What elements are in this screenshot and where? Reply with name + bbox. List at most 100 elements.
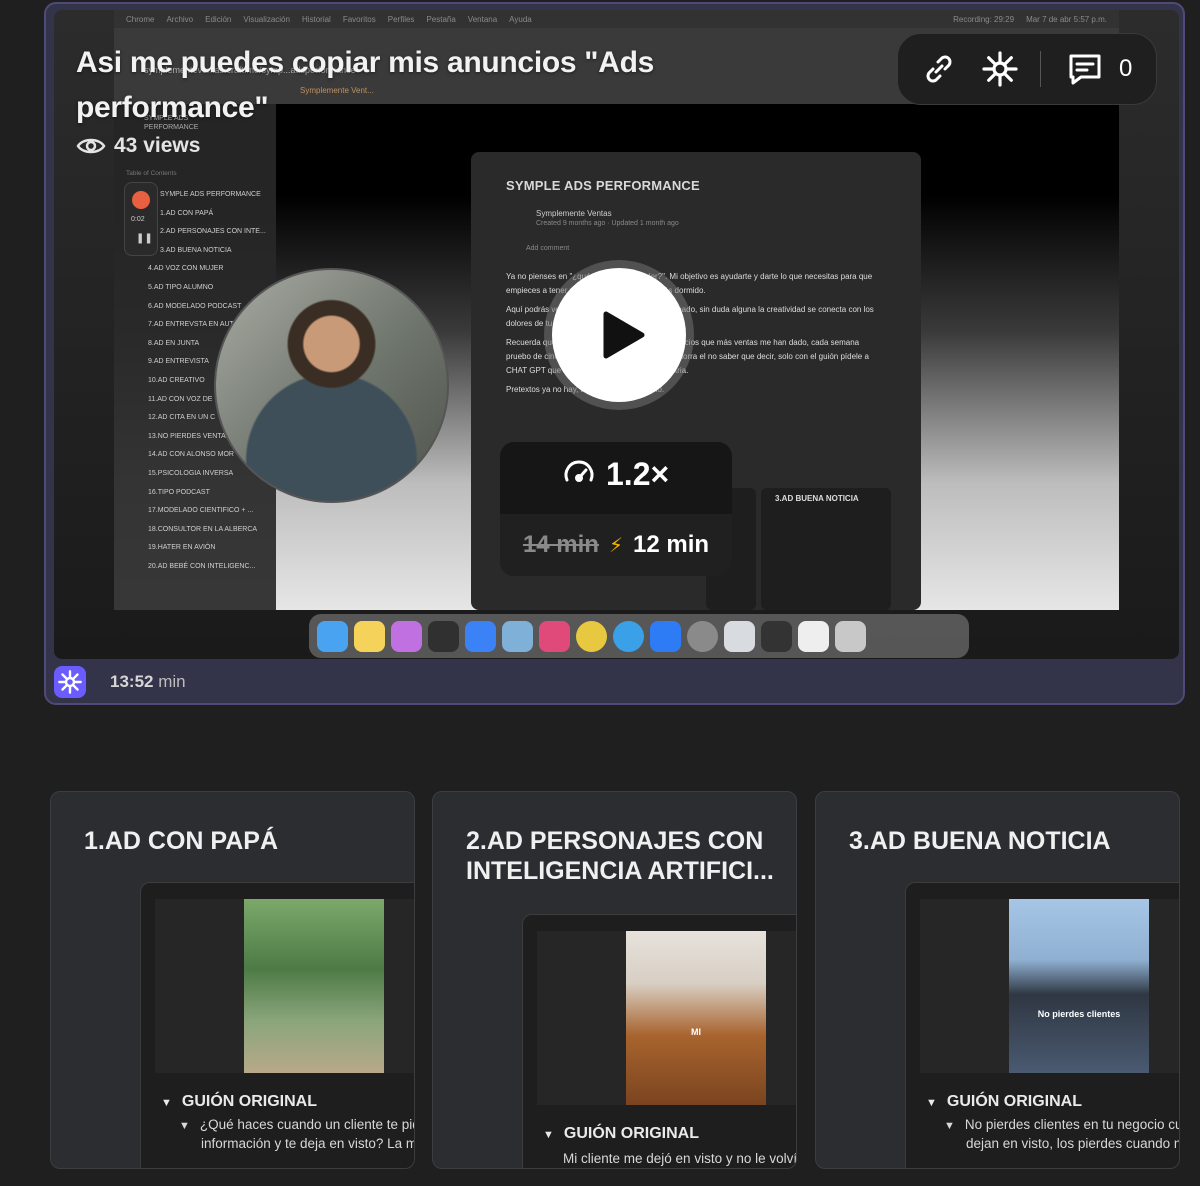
script-line: ▼ No pierdes clientes en tu negocio cu	[944, 1115, 1180, 1136]
bolt-icon: ⚡	[608, 534, 624, 557]
safari-icon	[613, 620, 644, 652]
thumbnail-caption: No pierdes clientes	[1037, 1009, 1121, 1019]
app-icon	[798, 620, 829, 652]
script-line: ▼ ¿Qué haces cuando un cliente te pid	[179, 1115, 415, 1136]
menubar-item: Ayuda	[509, 14, 532, 24]
menubar-clock: Mar 7 de abr 5:57 p.m.	[1026, 14, 1107, 24]
section-card-3[interactable]: 3.AD BUENA NOTICIA No pierdes clientes ▼…	[815, 791, 1180, 1169]
script-line: Mi cliente me dejó en visto y no le volv…	[563, 1151, 797, 1166]
trash-icon	[835, 620, 866, 652]
eye-icon	[76, 138, 106, 154]
comment-count: 0	[1119, 55, 1133, 82]
time-saved-row: 14 min ⚡ 12 min	[500, 514, 732, 576]
section-card-1[interactable]: 1.AD CON PAPÁ ▼ GUIÓN ORIGINAL ▼ ¿Qué hace…	[50, 791, 415, 1169]
doc-mini-card	[761, 488, 891, 610]
section-title: 3.AD BUENA NOTICIA	[849, 827, 1111, 855]
video-toolbar: 0	[897, 33, 1157, 105]
menubar-item: Ventana	[467, 14, 498, 24]
recorder-widget: 0:02 ❚❚	[124, 182, 158, 256]
app-icon	[391, 620, 422, 652]
original-duration: 14 min	[522, 531, 599, 558]
script-label-text: GUIÓN ORIGINAL	[563, 1125, 699, 1142]
menubar-item: Favoritos	[342, 14, 376, 24]
doc-mini-card-label: 3.AD BUENA NOTICIA	[775, 494, 859, 503]
doc-add-comment: Add comment	[526, 245, 570, 252]
toc-item: 20.AD BEBÉ CON INTELIGENC...	[148, 562, 256, 570]
speed-value: 1.2×	[606, 456, 670, 492]
script-line: dejan en visto, los pierdes cuando no	[966, 1136, 1180, 1151]
toc-item: 5.AD TIPO ALUMNO	[148, 283, 214, 291]
script-line: información y te deja en visto? La ma	[201, 1136, 415, 1151]
thumbnail-caption: MI	[691, 1027, 701, 1037]
play-button[interactable]	[544, 260, 694, 410]
speedometer-icon	[564, 460, 594, 482]
toolbar-divider	[1040, 51, 1041, 87]
video-title: Asi me puedes copiar mis anuncios "Ads p…	[76, 46, 654, 124]
script-label: ▼ GUIÓN ORIGINAL	[543, 1125, 699, 1142]
adjusted-duration: 12 min	[633, 531, 710, 558]
script-text: No pierdes clientes en tu negocio cu	[964, 1117, 1180, 1132]
menubar-item: Visualización	[243, 14, 290, 24]
speed-row: 1.2×	[562, 456, 669, 493]
script-text: ¿Qué haces cuando un cliente te pid	[199, 1117, 415, 1132]
speed-badge[interactable]: 1.2× 14 min ⚡ 12 min	[500, 442, 732, 576]
menubar-item: Chrome	[126, 14, 155, 24]
section-preview: No pierdes clientes ▼ GUIÓN ORIGINAL ▼ No …	[905, 882, 1180, 1168]
section-preview: ▼ GUIÓN ORIGINAL ▼ ¿Qué haces cuando un cl…	[140, 882, 415, 1168]
comment-icon[interactable]	[1067, 51, 1103, 87]
section-title: 2.AD PERSONAJES CON INTELIGENCIA ARTIFIC…	[466, 827, 774, 885]
play-icon	[603, 311, 645, 359]
views-label: 43 views	[114, 134, 201, 157]
menubar-item: Historial	[301, 14, 331, 24]
notes-icon	[354, 620, 385, 652]
thumbnail-photo	[244, 899, 384, 1073]
toc-item: 17.MODELADO CIENTIFICO + ...	[148, 507, 254, 515]
thumbnail-photo	[1009, 899, 1149, 1073]
finder-icon	[317, 620, 348, 652]
settings-icon	[687, 620, 718, 652]
view-count: 43 views	[76, 134, 200, 158]
play-button-face	[552, 268, 686, 402]
toc-label: Table of Contents	[126, 170, 177, 177]
section-card-2[interactable]: 2.AD PERSONAJES CON INTELIGENCIA ARTIFIC…	[432, 791, 797, 1169]
app-icon	[761, 620, 792, 652]
loom-icon[interactable]	[982, 51, 1018, 87]
section-title: 1.AD CON PAPÁ	[84, 827, 279, 855]
script-label: ▼ GUIÓN ORIGINAL	[926, 1093, 1082, 1110]
record-icon	[132, 191, 150, 209]
toc-item: 4.AD VOZ CON MUJER	[148, 265, 224, 273]
recording-status: Recording: 29:29	[953, 14, 1015, 24]
menubar-item: Archivo	[166, 14, 194, 24]
duration-unit: min	[158, 672, 186, 691]
app-icon	[428, 620, 459, 652]
script-label-text: GUIÓN ORIGINAL	[946, 1093, 1082, 1110]
link-icon[interactable]	[922, 52, 956, 86]
mac-dock	[309, 614, 969, 658]
app-icon	[724, 620, 755, 652]
script-label-text: GUIÓN ORIGINAL	[181, 1093, 317, 1110]
toc-item: 19.HATER EN AVIÓN	[148, 544, 216, 552]
video-footer: 13:52 min	[54, 666, 186, 698]
loom-logo-icon	[54, 666, 86, 698]
video-card: Chrome Archivo Edición Visualización His…	[44, 2, 1185, 705]
duration-value: 13:52	[110, 672, 154, 691]
doc-meta: Created 9 months ago · Updated 1 month a…	[536, 220, 679, 227]
thumbnail-photo	[626, 931, 766, 1105]
doc-author: Symplemente Ventas	[536, 209, 612, 218]
doc-heading: SYMPLE ADS PERFORMANCE	[506, 178, 700, 193]
recorder-time: 0:02	[131, 216, 145, 223]
mac-menubar: Chrome Archivo Edición Visualización His…	[114, 10, 1119, 28]
script-label: ▼ GUIÓN ORIGINAL	[161, 1093, 317, 1110]
zoom-icon	[650, 620, 681, 652]
app-icon	[502, 620, 533, 652]
menubar-item: Perfiles	[387, 14, 415, 24]
app-icon	[539, 620, 570, 652]
menubar-item: Edición	[205, 14, 232, 24]
chrome-icon	[576, 620, 607, 652]
toc-item: 16.TIPO PODCAST	[148, 488, 210, 496]
toc-item: 18.CONSULTOR EN LA ALBERCA	[148, 525, 258, 533]
video-duration: 13:52 min	[110, 672, 186, 692]
video-player[interactable]: Chrome Archivo Edición Visualización His…	[54, 10, 1179, 659]
section-preview: MI ▼ GUIÓN ORIGINAL Mi cliente me dejó en…	[522, 914, 797, 1168]
menubar-item: Pestaña	[426, 14, 456, 24]
